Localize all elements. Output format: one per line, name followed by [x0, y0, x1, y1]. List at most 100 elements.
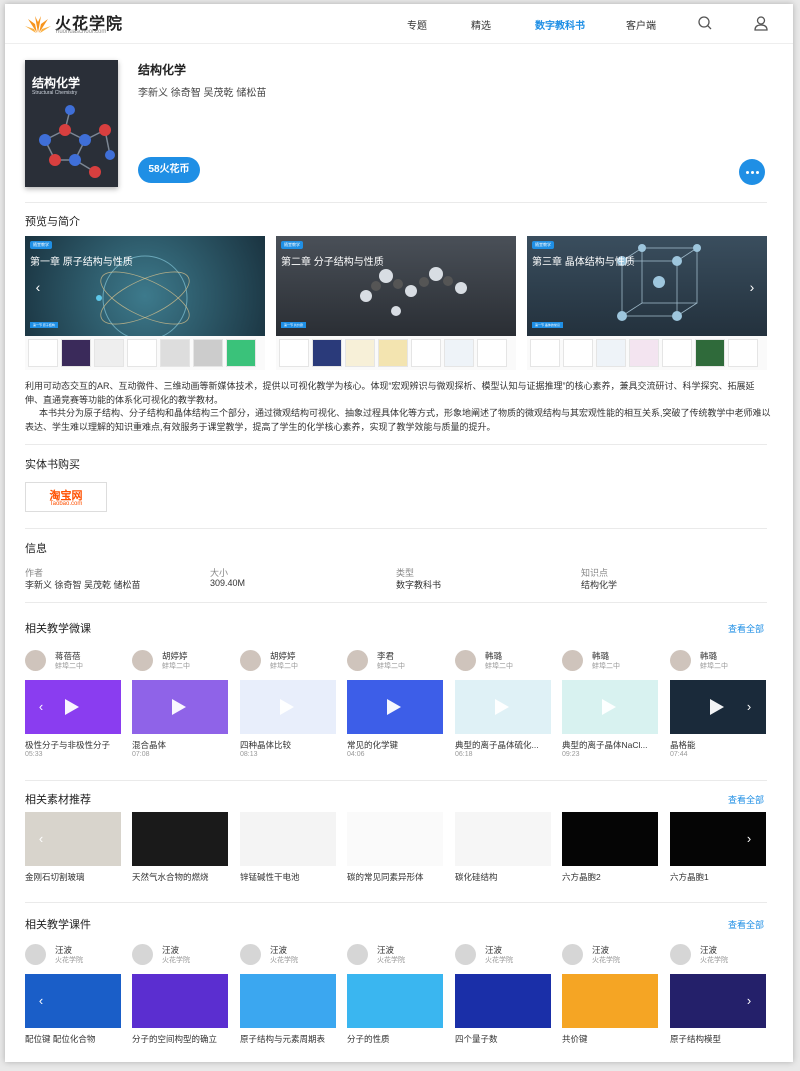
page-thumb: [563, 339, 593, 367]
card-thumbnail[interactable]: [240, 812, 336, 866]
micro_lessons-card[interactable]: 韩璐 蚌埠二中 典型的离子晶体硫化... 06:18: [455, 650, 551, 765]
card-title[interactable]: 六方晶胞1: [670, 871, 770, 883]
book-cover: 结构化学 Structural Chemistry: [25, 60, 118, 187]
materials-card[interactable]: 锌锰碱性干电池: [240, 812, 336, 887]
page-thumb: [662, 339, 692, 367]
card-org: 蚌埠二中: [485, 663, 513, 670]
nav-digital-textbook[interactable]: 数字教科书: [535, 17, 585, 32]
card-thumbnail[interactable]: [240, 974, 336, 1028]
courseware-card[interactable]: 汪波 火花学院 共价键: [562, 944, 658, 1049]
card-thumbnail[interactable]: [132, 812, 228, 866]
prev-arrow-icon[interactable]: ‹: [33, 829, 49, 849]
card-title[interactable]: 分子的性质: [347, 1033, 447, 1045]
micro_lessons-card[interactable]: 李君 蚌埠二中 常见的化学键 04:06: [347, 650, 443, 765]
book-authors: 李新义 徐奇智 吴茂乾 储松苗: [138, 88, 267, 99]
play-icon: [172, 699, 186, 715]
micro_lessons-card[interactable]: 胡婷婷 蚌埠二中 四种晶体比较 08:13: [240, 650, 336, 765]
courseware-card[interactable]: 汪波 火花学院 四个量子数: [455, 944, 551, 1049]
preview-slide-1[interactable]: 随堂教学 第一章 原子结构与性质 第一节 原子结构 ‹: [25, 236, 265, 370]
card-title[interactable]: 四种晶体比较: [240, 739, 340, 751]
slide-tag: 随堂教学: [30, 241, 52, 249]
micro_lessons-card[interactable]: 韩璐 蚌埠二中 典型的离子晶体NaCl... 09:23: [562, 650, 658, 765]
preview-slide-3[interactable]: 随堂教学 第三章 晶体结构与性质 第一节 晶体的常识 ›: [527, 236, 767, 370]
prev-arrow-icon[interactable]: ‹: [33, 697, 49, 717]
slide-chapter: 第二章 分子结构与性质: [281, 257, 384, 268]
info-value-knowledge: 结构化学: [581, 580, 618, 590]
materials-card[interactable]: 六方晶胞2: [562, 812, 658, 887]
card-title[interactable]: 晶格能: [670, 739, 770, 751]
search-icon[interactable]: [697, 15, 713, 31]
card-thumbnail[interactable]: [455, 974, 551, 1028]
info-value-size: 309.40M: [210, 578, 246, 588]
preview-slide-2[interactable]: 随堂教学 第二章 分子结构与性质 第一节 共价键: [276, 236, 516, 370]
card-thumbnail[interactable]: [562, 974, 658, 1028]
cover-title: 结构化学: [32, 76, 81, 90]
next-arrow-icon[interactable]: ›: [743, 276, 761, 298]
prev-arrow-icon[interactable]: ‹: [33, 991, 49, 1011]
card-title[interactable]: 配位键 配位化合物: [25, 1033, 125, 1045]
nav-topics[interactable]: 专题: [407, 17, 427, 32]
card-title[interactable]: 典型的离子晶体NaCl...: [562, 739, 662, 751]
card-title[interactable]: 六方晶胞2: [562, 871, 662, 883]
card-thumbnail[interactable]: [455, 812, 551, 866]
materials-see-all-link[interactable]: 查看全部: [728, 793, 764, 806]
page-thumb: [728, 339, 758, 367]
card-title[interactable]: 原子结构与元素周期表: [240, 1033, 340, 1045]
more-dot-icon: [756, 171, 759, 174]
card-thumbnail[interactable]: [455, 680, 551, 734]
card-thumbnail[interactable]: [347, 680, 443, 734]
site-logo[interactable]: 火花学院 huohuaschool.com: [25, 10, 135, 38]
play-icon: [280, 699, 294, 715]
card-title[interactable]: 混合晶体: [132, 739, 232, 751]
materials-card[interactable]: 碳的常见同素异形体: [347, 812, 443, 887]
courseware-card[interactable]: 汪波 火花学院 原子结构与元素周期表: [240, 944, 336, 1049]
next-arrow-icon[interactable]: ›: [741, 697, 757, 717]
nav-featured[interactable]: 精选: [471, 17, 491, 32]
more-options-button[interactable]: [739, 159, 765, 185]
nav-client[interactable]: 客户端: [626, 17, 656, 32]
user-icon[interactable]: [753, 15, 769, 31]
card-thumbnail[interactable]: [132, 680, 228, 734]
card-title[interactable]: 极性分子与非极性分子: [25, 739, 125, 751]
slide-section: 第一节 晶体的常识: [532, 322, 563, 328]
courseware-see-all-link[interactable]: 查看全部: [728, 918, 764, 931]
card-thumbnail[interactable]: [347, 812, 443, 866]
courseware-card[interactable]: 汪波 火花学院 分子的空间构型的确立: [132, 944, 228, 1049]
card-title[interactable]: 原子结构模型: [670, 1033, 770, 1045]
prev-arrow-icon[interactable]: ‹: [29, 276, 47, 298]
card-title[interactable]: 碳化硅结构: [455, 871, 555, 883]
card-thumbnail[interactable]: [562, 812, 658, 866]
materials-card[interactable]: 天然气水合物的燃烧: [132, 812, 228, 887]
card-title[interactable]: 金刚石切割玻璃: [25, 871, 125, 883]
card-title[interactable]: 锌锰碱性干电池: [240, 871, 340, 883]
materials-card[interactable]: 六方晶胞1: [670, 812, 766, 887]
next-arrow-icon[interactable]: ›: [741, 991, 757, 1011]
card-title[interactable]: 天然气水合物的燃烧: [132, 871, 232, 883]
card-thumbnail[interactable]: [240, 680, 336, 734]
card-title[interactable]: 典型的离子晶体硫化...: [455, 739, 555, 751]
card-thumbnail[interactable]: [132, 974, 228, 1028]
card-thumbnail[interactable]: [347, 974, 443, 1028]
buy-price-button[interactable]: 58火花币: [138, 157, 200, 183]
page-thumb: [279, 339, 309, 367]
crystal-lattice-illustration: [617, 244, 701, 321]
materials-card[interactable]: 金刚石切割玻璃: [25, 812, 121, 887]
card-title[interactable]: 碳的常见同素异形体: [347, 871, 447, 883]
taobao-store-button[interactable]: 淘宝网 Taobao.com: [25, 482, 107, 512]
card-title[interactable]: 四个量子数: [455, 1033, 555, 1045]
card-title[interactable]: 常见的化学键: [347, 739, 447, 751]
courseware-card[interactable]: 汪波 火花学院 分子的性质: [347, 944, 443, 1049]
molecule-illustration: [360, 267, 467, 316]
micro-lessons-see-all-link[interactable]: 查看全部: [728, 622, 764, 635]
next-arrow-icon[interactable]: ›: [741, 829, 757, 849]
card-org: 蚌埠二中: [270, 663, 298, 670]
card-title[interactable]: 分子的空间构型的确立: [132, 1033, 232, 1045]
card-thumbnail[interactable]: [562, 680, 658, 734]
page-thumb: [629, 339, 659, 367]
courseware-section-title: 相关教学课件: [25, 919, 91, 931]
card-org: 火花学院: [485, 957, 513, 964]
page-thumb: [411, 339, 441, 367]
materials-card[interactable]: 碳化硅结构: [455, 812, 551, 887]
card-title[interactable]: 共价键: [562, 1033, 662, 1045]
micro_lessons-card[interactable]: 胡婷婷 蚌埠二中 混合晶体 07:08: [132, 650, 228, 765]
